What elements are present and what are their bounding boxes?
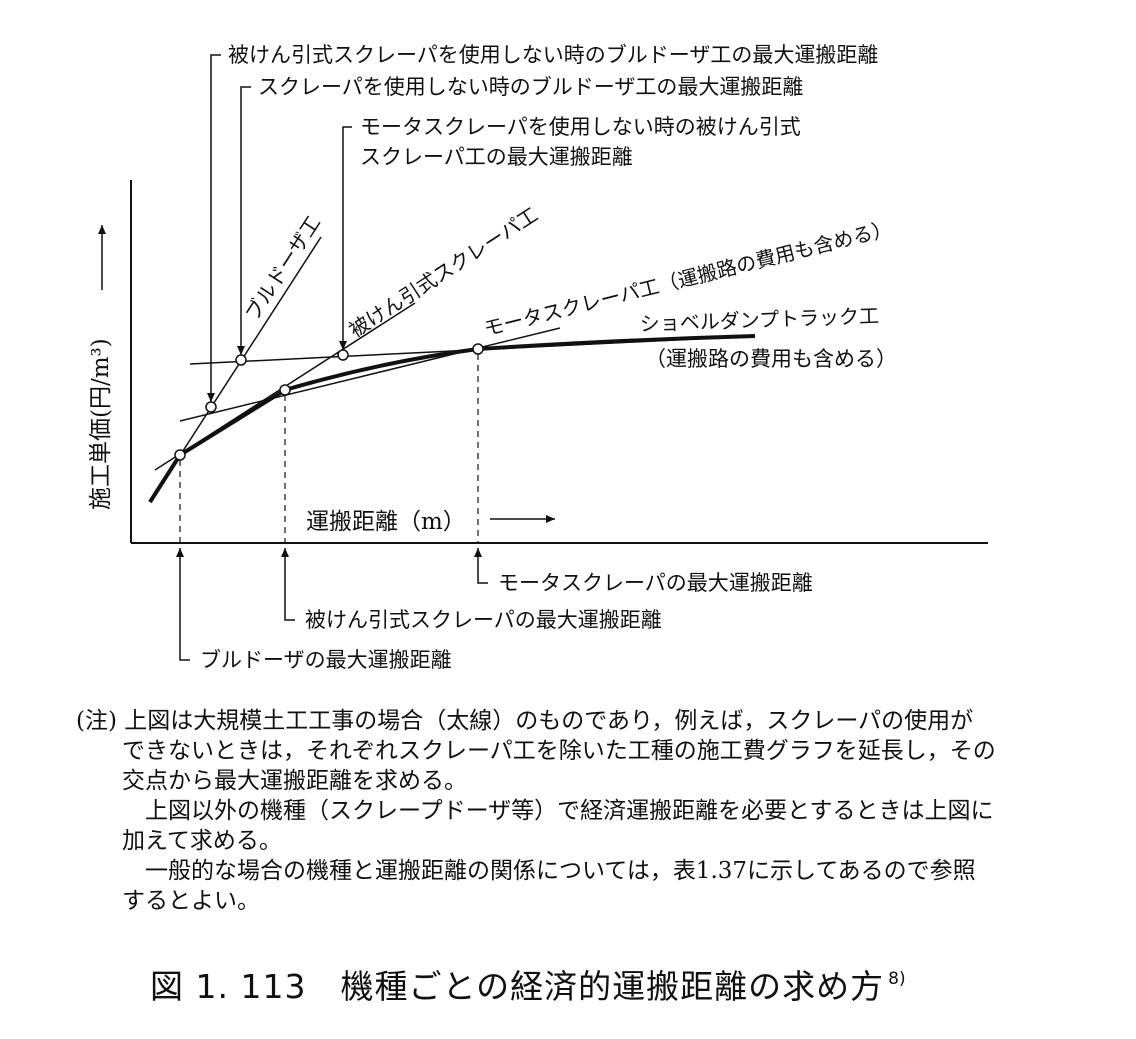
intersection-marker	[472, 343, 484, 355]
callout-leader-b1	[474, 548, 488, 584]
top-callout-1: 被けん引式スクレーパを使用しない時のブルドーザ工の最大運搬距離	[228, 43, 878, 67]
diagram: 施工単価(円/m³) 運搬距離（m） ブルドーザ工 被けん引式スクレーパ工 モー…	[88, 43, 988, 672]
intersection-marker	[205, 401, 217, 413]
figure-caption-text: 図 1. 113 機種ごとの経済的運搬距離の求め方	[150, 967, 885, 1006]
callout-leader-b3	[176, 548, 190, 661]
intersection-marker	[337, 349, 349, 361]
intersection-marker	[235, 354, 247, 366]
note-paragraph-2: 上図以外の機種（スクレープドーザ等）で経済運搬距離を必要とするときは上図に加えて…	[122, 798, 994, 854]
top-callout-3-line2: スクレーパ工の最大運搬距離	[360, 145, 633, 169]
callout-leader-1	[207, 54, 221, 402]
bottom-callout-1: モータスクレーパの最大運搬距離	[498, 571, 813, 595]
shovel-dump-label-2: （運搬路の費用も含める）	[645, 347, 897, 371]
callout-leader-b2	[281, 548, 295, 621]
bottom-callout-3: ブルドーザの最大運搬距離	[200, 648, 452, 672]
top-callout-2: スクレーパを使用しない時のブルドーザ工の最大運搬距離	[258, 75, 803, 99]
bottom-callout-2: 被けん引式スクレーパの最大運搬距離	[305, 608, 662, 632]
motor-scraper-line	[179, 327, 561, 422]
note-paragraph-3: 一般的な場合の機種と運搬距離の関係については，表1.37に示してあるので参照する…	[122, 858, 976, 914]
bulldozer-label: ブルドーザ工	[240, 211, 325, 324]
top-callout-3-line1: モータスクレーパを使用しない時の被けん引式	[360, 115, 801, 139]
shovel-dump-label-1: ショベルダンプトラック工	[639, 304, 879, 336]
figure-reference: 8)	[888, 969, 906, 989]
intersection-marker	[174, 449, 186, 461]
note-paragraph-1: (注) 上図は大規模土工工事の場合（太線）のものであり，例えば，スクレーパの使用…	[76, 708, 996, 794]
intersection-marker	[279, 384, 291, 396]
figure-caption: 図 1. 113 機種ごとの経済的運搬距離の求め方 8)	[150, 960, 906, 1008]
y-axis-label: 施工単価(円/m³)	[88, 338, 114, 510]
callout-leader-3	[339, 126, 352, 350]
note-block: (注) 上図は大規模土工工事の場合（太線）のものであり，例えば，スクレーパの使用…	[76, 706, 996, 916]
x-axis-label: 運搬距離（m）	[306, 509, 466, 535]
